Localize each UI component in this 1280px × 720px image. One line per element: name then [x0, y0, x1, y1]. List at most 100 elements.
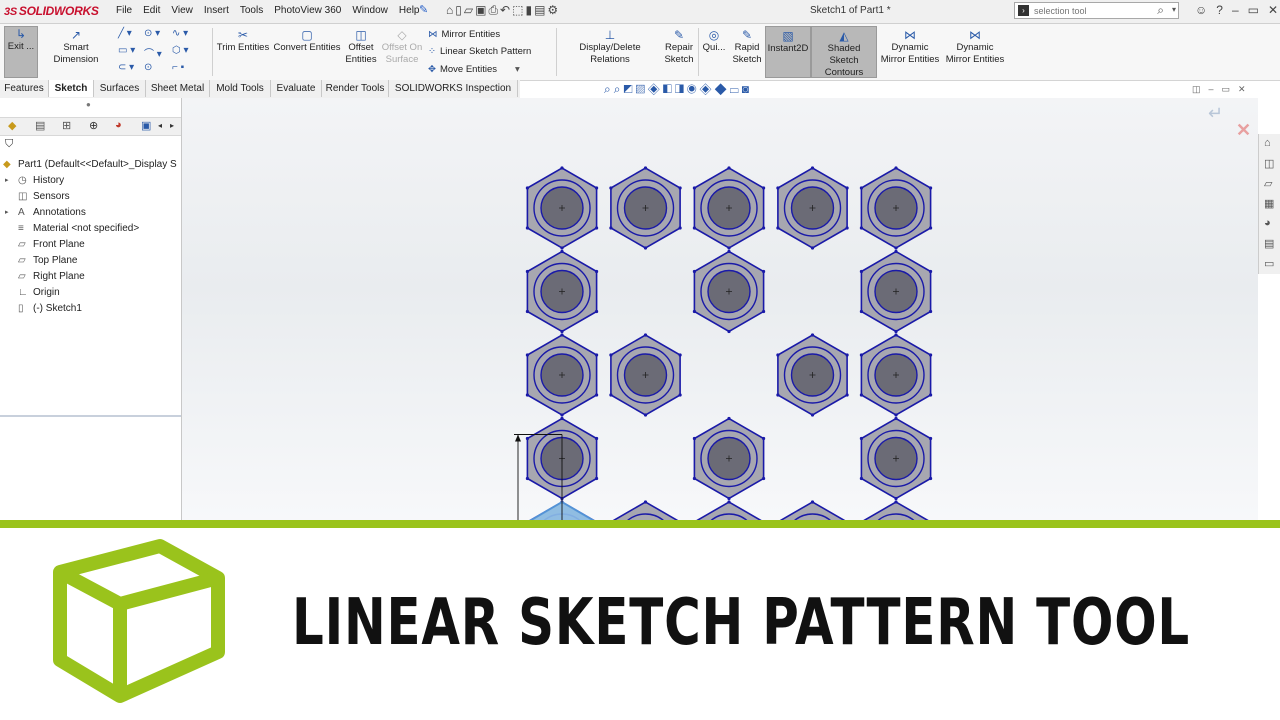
dimxpert-tab-icon[interactable]: ⊕ [89, 119, 98, 132]
vertex-point[interactable] [560, 249, 564, 254]
vertex-point[interactable] [727, 246, 731, 250]
point-icon[interactable]: ⊙ [144, 62, 152, 73]
vertex-point[interactable] [692, 269, 696, 274]
feature-manager-tab-icon[interactable]: ◆ [8, 119, 16, 132]
vertex-point[interactable] [678, 353, 682, 357]
offset-entities-button[interactable]: ◫ Offset Entities [342, 28, 380, 66]
vertex-point[interactable] [525, 436, 529, 441]
vertex-point[interactable] [810, 413, 815, 417]
menu-help[interactable]: Help [399, 5, 420, 16]
vertex-point[interactable] [762, 436, 766, 441]
restore-icon[interactable]: ▭ [1248, 3, 1259, 17]
vertex-point[interactable] [929, 476, 933, 481]
vertex-point[interactable] [762, 309, 766, 314]
vertex-point[interactable] [894, 329, 898, 334]
vertex-point[interactable] [525, 269, 529, 274]
vertex-point[interactable] [560, 416, 564, 421]
expand-arrow-icon[interactable]: ▸ [5, 205, 9, 221]
tab-features[interactable]: Features [0, 80, 49, 97]
vertex-point[interactable] [678, 393, 682, 397]
tab-evaluate[interactable]: Evaluate [271, 80, 322, 97]
polygon-icon[interactable]: ⬡ ▾ [172, 45, 189, 56]
expand-arrow-icon[interactable]: ▸ [5, 173, 9, 189]
realview-icon[interactable]: ◙ [742, 82, 752, 96]
tree-item[interactable]: ▸ ◷ History [0, 173, 181, 189]
vertex-point[interactable] [643, 500, 648, 504]
vertex-point[interactable] [692, 226, 696, 230]
vertex-point[interactable] [727, 329, 731, 334]
confirm-exit-sketch-icon[interactable]: ↵ [1208, 103, 1223, 124]
vertex-point[interactable] [845, 353, 849, 357]
cam-tab-icon[interactable]: ▣ [141, 119, 151, 132]
vertex-point[interactable] [859, 309, 864, 314]
repair-sketch-button[interactable]: ✎ Repair Sketch [662, 28, 696, 66]
open-icon[interactable]: ▱ [464, 3, 475, 17]
vertex-point[interactable] [643, 246, 648, 250]
menu-photoview[interactable]: PhotoView 360 [274, 5, 341, 16]
vertex-point[interactable] [595, 309, 599, 314]
tab-surfaces[interactable]: Surfaces [94, 80, 146, 97]
solidworks-logo[interactable]: 3S SOLIDWORKS [4, 4, 99, 20]
vertex-point[interactable] [609, 393, 613, 397]
vertex-point[interactable] [727, 249, 731, 254]
vertex-point[interactable] [643, 166, 648, 170]
vertex-point[interactable] [525, 476, 529, 481]
viewport-close-icon[interactable]: ✕ [1238, 84, 1254, 94]
vertex-point[interactable] [810, 166, 815, 170]
vertex-point[interactable] [929, 436, 933, 441]
vertex-point[interactable] [525, 226, 529, 230]
vertex-point[interactable] [929, 186, 933, 190]
rapid-sketch-button[interactable]: ✎ Rapid Sketch [731, 28, 763, 66]
view-orientation-icon[interactable]: ◧ [663, 82, 675, 96]
slot-icon[interactable]: ⊂ ▾ [118, 62, 134, 73]
tree-item[interactable]: ▱ Top Plane [0, 253, 181, 269]
property-manager-tab-icon[interactable]: ▤ [35, 119, 45, 132]
configuration-manager-tab-icon[interactable]: ⊞ [62, 119, 71, 132]
select-icon[interactable]: ⬚ [512, 3, 525, 17]
vertex-point[interactable] [609, 186, 613, 190]
vertex-point[interactable] [762, 269, 766, 274]
mirror-entities-button[interactable]: ⋈ Mirror Entities [428, 29, 500, 40]
move-entities-button[interactable]: ✥ Move Entities ▾ [428, 64, 520, 75]
file-explorer-icon[interactable]: ▱ [1264, 177, 1272, 190]
vertex-point[interactable] [595, 476, 599, 481]
menu-window[interactable]: Window [352, 5, 388, 16]
vertex-point[interactable] [727, 500, 731, 504]
chevron-right-icon[interactable]: ▸ [170, 121, 174, 130]
vertex-point[interactable] [776, 186, 780, 190]
vertex-point[interactable] [929, 269, 933, 274]
viewport-tile-icon[interactable]: ◫ [1192, 84, 1209, 94]
vertex-point[interactable] [525, 186, 529, 190]
filter-icon[interactable]: ⛉ [5, 138, 13, 151]
vertex-point[interactable] [894, 496, 898, 501]
display-delete-relations-button[interactable]: ⊥ Display/Delete Relations [560, 28, 660, 66]
custom-properties-icon[interactable]: ▤ [1264, 237, 1274, 250]
tab-render-tools[interactable]: Render Tools [322, 80, 389, 97]
vertex-point[interactable] [929, 353, 933, 357]
tree-item[interactable]: ▸ A Annotations [0, 205, 181, 221]
vertex-point[interactable] [762, 226, 766, 230]
linear-sketch-pattern-button[interactable]: ⁘ Linear Sketch Pattern [428, 46, 531, 57]
vertex-point[interactable] [776, 393, 780, 397]
save-icon[interactable]: ▣ [475, 3, 488, 17]
options-gear-icon[interactable]: ⚙ [547, 3, 560, 17]
vertex-point[interactable] [595, 226, 599, 230]
new-document-icon[interactable]: ▯ [455, 3, 464, 17]
vertex-point[interactable] [727, 166, 731, 170]
tree-item[interactable]: ≡ Material <not specified> [0, 221, 181, 237]
vertex-point[interactable] [929, 226, 933, 230]
menu-insert[interactable]: Insert [204, 5, 229, 16]
view-settings-icon[interactable]: ▭ [730, 82, 742, 96]
vertex-point[interactable] [894, 166, 898, 170]
vertex-point[interactable] [776, 226, 780, 230]
dynamic-mirror-button-1[interactable]: ⋈ Dynamic Mirror Entities [878, 28, 942, 66]
edit-appearance-icon[interactable]: ◈ [700, 82, 715, 96]
view-palette-icon[interactable]: ▦ [1264, 197, 1274, 210]
vertex-point[interactable] [560, 333, 564, 337]
vertex-point[interactable] [810, 246, 815, 250]
vertex-point[interactable] [595, 393, 599, 397]
convert-entities-button[interactable]: ▢ Convert Entities [273, 28, 341, 54]
trim-entities-button[interactable]: ✂ Trim Entities [216, 28, 270, 54]
smart-dimension-button[interactable]: ↗ Smart Dimension [40, 28, 112, 66]
vertex-point[interactable] [678, 226, 682, 230]
